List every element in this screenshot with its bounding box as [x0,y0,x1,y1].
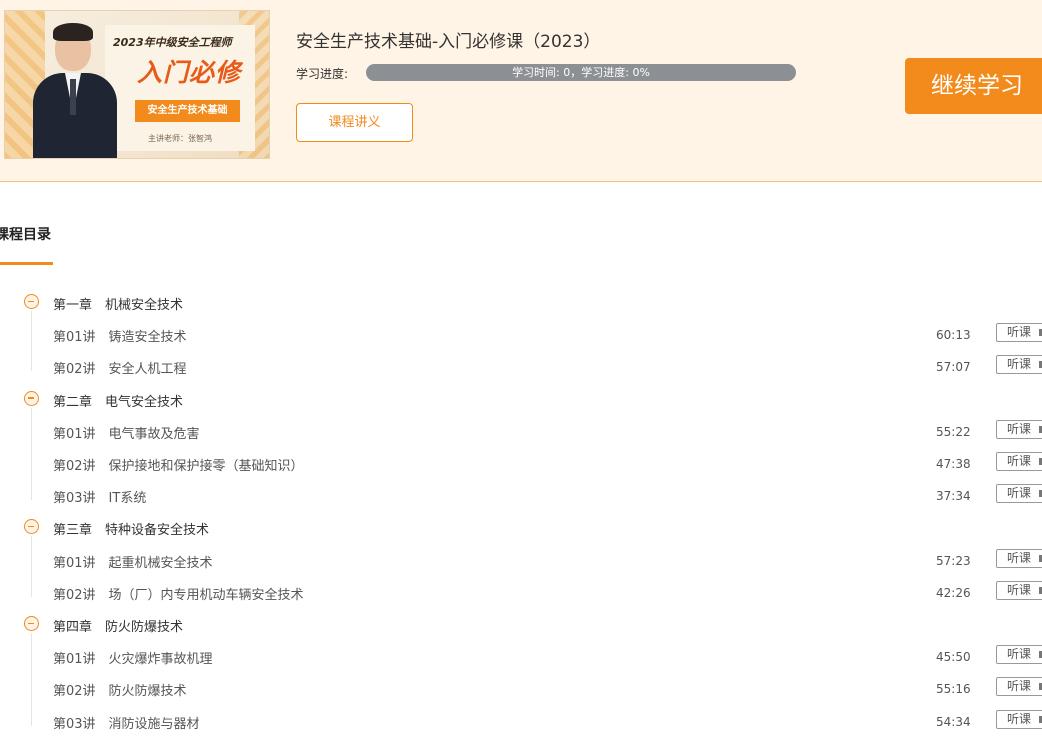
lecture-duration: 47:38 [936,457,971,471]
course-thumbnail[interactable]: 2023年中级安全工程师 入门必修 安全生产技术基础 主讲老师：张智鸿 [4,10,270,159]
lecture-label: 第02讲 安全人机工程 [53,362,187,378]
lecture-row[interactable]: 第01讲 电气事故及危害 55:22 听课 [0,416,1042,448]
progress-text: 学习时间: 0，学习进度: 0% [512,66,650,79]
catalog-tab-indicator [0,262,53,265]
lecture-duration: 45:50 [936,650,971,665]
listen-label: 听课 [1007,550,1032,565]
teacher-photo [25,23,125,158]
lecture-row[interactable]: 第03讲 消防设施与器材 54:34 听课 [0,706,1042,738]
course-notes-button[interactable]: 课程讲义 [296,103,413,142]
lecture-label: 第01讲 铸造安全技术 [53,330,187,346]
listen-button[interactable]: 听课 [996,484,1042,504]
lecture-row[interactable]: 第01讲 铸造安全技术 60:13 听课 [0,319,1042,351]
lecture-row[interactable]: 第02讲 防火防爆技术 55:16 听课 [0,673,1042,705]
chapter-row[interactable]: 第一章 机械安全技术 [0,287,1042,319]
chapter-label: 第三章 特种设备安全技术 [53,523,210,539]
chapter-row[interactable]: 第四章 防火防爆技术 [0,609,1042,641]
course-title: 安全生产技术基础-入门必修课（2023） [296,32,601,52]
listen-button[interactable]: 听课 [996,645,1042,665]
lecture-duration: 57:23 [936,553,971,568]
listen-button[interactable]: 听课 [996,355,1042,375]
chapter-label: 第四章 防火防爆技术 [53,620,184,635]
lecture-row[interactable]: 第02讲 安全人机工程 57:07 听课 [0,351,1042,383]
lecture-duration: 37:34 [936,489,971,504]
course-header: 2023年中级安全工程师 入门必修 安全生产技术基础 主讲老师：张智鸿 安全生产… [0,0,1042,182]
listen-label: 听课 [1007,711,1032,726]
listen-button[interactable]: 听课 [996,323,1042,343]
thumbnail-subject-badge: 安全生产技术基础 [135,100,240,122]
listen-label: 听课 [1007,421,1032,436]
listen-label: 听课 [1007,454,1032,468]
thumbnail-teacher: 主讲老师：张智鸿 [148,134,212,143]
listen-button[interactable]: 听课 [996,709,1042,729]
lecture-label: 第01讲 起重机械安全技术 [53,555,213,571]
listen-button[interactable]: 听课 [996,419,1042,439]
thumbnail-main-title: 入门必修 [137,58,242,87]
lecture-duration: 54:34 [936,714,971,729]
chapter-row[interactable]: 第二章 电气安全技术 [0,384,1042,416]
progress-label: 学习进度: [296,67,349,81]
listen-button[interactable]: 听课 [996,548,1042,568]
lecture-row[interactable]: 第01讲 起重机械安全技术 57:23 听课 [0,545,1042,577]
continue-learning-button[interactable]: 继续学习 [905,58,1042,114]
lecture-row[interactable]: 第03讲 IT系统 37:34 听课 [0,480,1042,512]
listen-label: 听课 [1007,582,1032,597]
listen-button[interactable]: 听课 [996,677,1042,697]
collapse-icon[interactable] [24,519,39,535]
chapter-row[interactable]: 第三章 特种设备安全技术 [0,512,1042,544]
lecture-row[interactable]: 第02讲 保护接地和保护接零（基础知识） 47:38 听课 [0,448,1042,480]
collapse-icon[interactable] [24,294,39,309]
lecture-row[interactable]: 第01讲 火灾爆炸事故机理 45:50 听课 [0,641,1042,673]
lecture-row[interactable]: 第02讲 场（厂）内专用机动车辆安全技术 42:26 听课 [0,577,1042,609]
lecture-label: 第02讲 保护接地和保护接零（基础知识） [53,459,304,474]
listen-button[interactable]: 听课 [996,452,1042,471]
chapter-label: 第一章 机械安全技术 [53,298,184,313]
listen-label: 听课 [1007,486,1032,501]
lecture-label: 第01讲 火灾爆炸事故机理 [53,652,213,668]
listen-label: 听课 [1007,679,1032,694]
collapse-icon[interactable] [24,616,39,631]
listen-label: 听课 [1007,357,1032,372]
listen-button[interactable]: 听课 [996,580,1042,600]
lecture-label: 第03讲 IT系统 [53,491,147,507]
lecture-duration: 55:22 [936,424,971,439]
catalog-tab[interactable]: 课程目录 [0,224,51,244]
collapse-icon[interactable] [24,390,39,406]
progress-bar: 学习时间: 0，学习进度: 0% [366,64,796,81]
lecture-duration: 55:16 [936,682,971,697]
chapter-label: 第二章 电气安全技术 [53,394,184,410]
lecture-label: 第02讲 防火防爆技术 [53,684,187,700]
lecture-duration: 42:26 [936,585,971,600]
listen-label: 听课 [1007,325,1032,340]
lecture-duration: 57:07 [936,360,971,375]
lecture-duration: 60:13 [936,328,971,343]
lecture-label: 第02讲 场（厂）内专用机动车辆安全技术 [53,587,304,603]
lecture-label: 第03讲 消防设施与器材 [53,716,200,732]
lecture-label: 第01讲 电气事故及危害 [53,426,200,442]
listen-label: 听课 [1007,647,1032,662]
thumbnail-year-title: 2023年中级安全工程师 [113,36,232,49]
